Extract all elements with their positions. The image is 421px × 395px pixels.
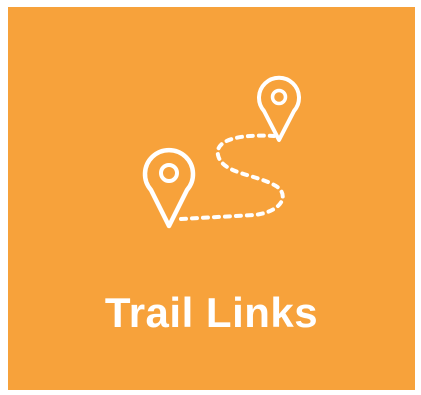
destination-location-pin-icon [257, 75, 301, 142]
dashed-route-path [179, 133, 285, 221]
trail-links-tile[interactable]: Trail Links [8, 7, 415, 390]
map-trail-icon [142, 75, 301, 229]
start-location-pin-icon [142, 147, 196, 229]
tile-title: Trail Links [104, 289, 319, 336]
